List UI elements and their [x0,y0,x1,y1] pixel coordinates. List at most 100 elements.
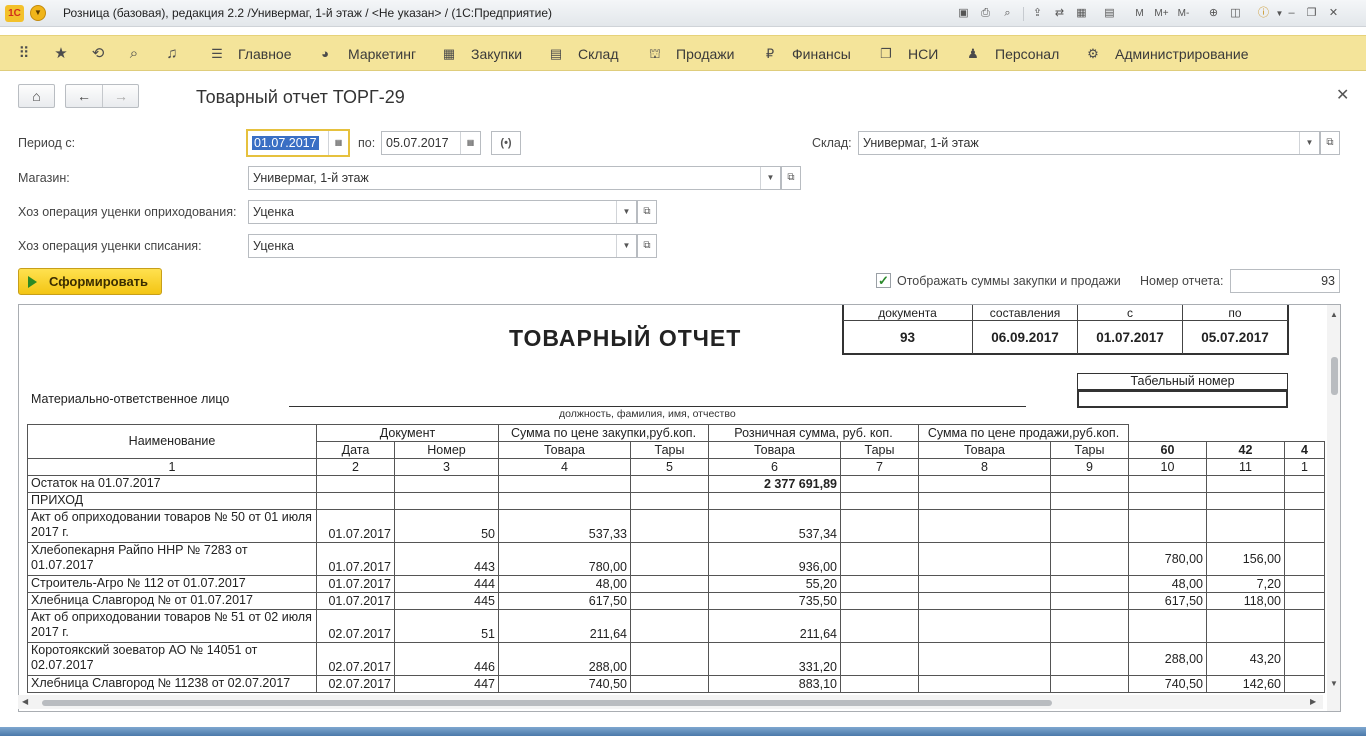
table-row: Остаток на 01.07.2017 2 377 691,89 [27,475,1325,493]
os-taskbar [0,727,1366,736]
empty-header-cell [1128,424,1325,442]
period-to-value: 05.07.2017 [386,136,449,150]
preview-icon[interactable]: ⌕ [999,5,1016,22]
op-in-field[interactable]: Уценка ▼ [248,200,637,224]
bell-icon[interactable]: ♫ [162,44,182,64]
horizontal-scrollbar[interactable]: ◀ ▶ [18,695,1323,709]
col-number: 6 [708,458,841,476]
vertical-scrollbar[interactable]: ▲ ▼ [1327,305,1340,711]
basket-icon: ⛫ [649,46,661,61]
scroll-right-icon[interactable]: ▶ [1310,697,1316,706]
memory-plus-icon[interactable]: M+ [1153,5,1170,22]
cell-rt [840,575,919,593]
chevron-down-icon[interactable]: ▼ [616,201,636,223]
period-from-value: 01.07.2017 [252,136,319,150]
cell-date [316,475,395,493]
save-icon[interactable]: ▣ [955,5,972,22]
report-table: Наименование Документ Сумма по цене заку… [27,424,1325,693]
report-spreadsheet[interactable]: ТОВАРНЫЙ ОТЧЕТ документа составления с п… [18,304,1341,712]
home-button[interactable]: ⌂ [18,84,55,108]
open-warehouse-icon[interactable]: ⧉ [1320,131,1340,155]
close-window-icon[interactable]: ✕ [1325,5,1342,22]
section-purchases[interactable]: ▦ Закупки [439,36,529,72]
store-label: Магазин: [18,171,70,185]
cell-pt [630,542,709,576]
warehouse-field[interactable]: Универмаг, 1-й этаж ▼ [858,131,1320,155]
chevron-down-icon[interactable]: ▼ [760,167,780,189]
cell-num [394,492,499,510]
cell-sg [918,592,1051,610]
calendar-icon[interactable]: ▤ [1101,5,1118,22]
info-icon[interactable]: ⓘ [1255,5,1272,22]
open-store-icon[interactable]: ⧉ [781,166,801,190]
minimize-icon[interactable]: – [1283,5,1300,22]
period-from-field[interactable]: 01.07.2017 ▦ [246,129,350,157]
generate-button[interactable]: Сформировать [18,268,162,295]
history-icon[interactable]: ⟲ [88,44,108,64]
group-header-document: Документ [316,424,499,442]
cell-rg: 735,50 [708,592,841,610]
cell-extra [1284,609,1325,643]
calendar-icon[interactable]: ▦ [328,131,348,155]
col-number: 10 [1128,458,1207,476]
scroll-left-icon[interactable]: ◀ [22,697,28,706]
main-menu-dropdown-icon[interactable]: ▼ [30,5,46,21]
report-number-field[interactable]: 93 [1230,269,1340,293]
section-warehouse[interactable]: ▤ Склад [546,36,626,72]
header-val-from: 01.07.2017 [1096,330,1164,345]
print-icon[interactable]: ⎙ [977,5,994,22]
scroll-up-icon[interactable]: ▲ [1330,310,1338,319]
favorites-star-icon[interactable]: ★ [51,44,71,64]
window-title: Розница (базовая), редакция 2.2 /Универм… [63,6,553,20]
sub-header-number: Номер [394,441,499,459]
table-row: ПРИХОД [27,492,1325,510]
header-val-created: 06.09.2017 [991,330,1059,345]
section-sales[interactable]: ⛫ Продажи [645,36,740,72]
section-administration[interactable]: ⚙ Администрирование [1083,36,1253,72]
section-main[interactable]: ☰ Главное [207,36,297,72]
scroll-down-icon[interactable]: ▼ [1330,679,1338,688]
col-header-name: Наименование [27,424,317,459]
show-sums-checkbox[interactable]: ✓ [876,273,891,288]
chevron-down-icon[interactable]: ▼ [1299,132,1319,154]
restore-icon[interactable]: ❐ [1303,5,1320,22]
calendar-icon[interactable]: ▦ [460,132,480,154]
vertical-scroll-thumb[interactable] [1331,357,1338,395]
open-op-in-icon[interactable]: ⧉ [637,200,657,224]
cell-num: 51 [394,609,499,643]
panels-icon[interactable]: ◫ [1227,5,1244,22]
warehouse-icon: ▤ [549,46,563,61]
cell-pg: 617,50 [498,592,631,610]
back-arrow-icon[interactable]: ← [66,85,103,107]
period-to-field[interactable]: 05.07.2017 ▦ [381,131,481,155]
store-field[interactable]: Универмаг, 1-й этаж ▼ [248,166,781,190]
grid-icon[interactable]: ▦ [1073,5,1090,22]
op-out-field[interactable]: Уценка ▼ [248,234,637,258]
group-header-sale: Сумма по цене продажи,руб.коп. [918,424,1129,442]
close-icon[interactable]: ✕ [1336,85,1349,105]
section-finance[interactable]: ₽ Финансы [760,36,860,72]
links-icon[interactable]: ⇄ [1051,5,1068,22]
open-op-out-icon[interactable]: ⧉ [637,234,657,258]
upload-icon[interactable]: ⇪ [1029,5,1046,22]
cell-name: Акт об оприходовании товаров № 50 от 01 … [27,509,317,543]
table-row: Строитель-Агро № 112 от 01.07.2017 01.07.… [27,575,1325,593]
apps-grid-icon[interactable]: ⠿ [14,44,34,64]
search-icon[interactable]: ⌕ [124,44,144,64]
memory-icon[interactable]: M [1131,5,1148,22]
sub-header-tare: Тары [840,441,919,459]
forward-arrow-icon[interactable]: → [103,85,139,107]
section-label: Администрирование [1115,46,1249,62]
op-in-label: Хоз операция уценки оприходования: [18,205,237,219]
memory-minus-icon[interactable]: M- [1175,5,1192,22]
section-nsi[interactable]: ❐ НСИ [876,36,946,72]
chevron-down-icon[interactable]: ▼ [616,235,636,257]
col-number: 4 [498,458,631,476]
period-choice-button[interactable]: (•) [491,131,521,155]
cell-rt [840,542,919,576]
zoom-icon[interactable]: ⊕ [1205,5,1222,22]
horizontal-scroll-thumb[interactable] [42,700,1052,706]
section-personnel[interactable]: ♟ Персонал [963,36,1063,72]
section-marketing[interactable]: ◕ Маркетинг [315,36,425,72]
extra-header: 42 [1206,441,1285,459]
